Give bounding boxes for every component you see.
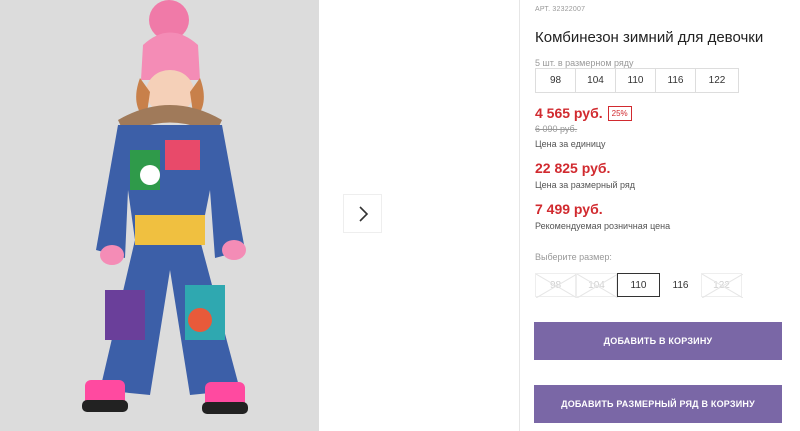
- unavailable-cross-icon: [702, 274, 743, 298]
- row-size-cell: 98: [536, 69, 576, 92]
- size-picker: 98 104 110 116 122: [535, 273, 743, 298]
- next-image-button[interactable]: [343, 194, 382, 233]
- unit-price: 4 565 руб.: [535, 105, 603, 121]
- row-price-label: Цена за размерный ряд: [535, 180, 636, 190]
- row-size-cell: 104: [576, 69, 616, 92]
- size-option-116[interactable]: 116: [660, 273, 701, 297]
- old-price: 6 090 руб.: [535, 124, 578, 134]
- size-row-table: 98 104 110 116 122: [535, 68, 739, 93]
- unavailable-cross-icon: [577, 274, 618, 298]
- size-option-label: 116: [672, 279, 689, 291]
- size-row-note: 5 шт. в размерном ряду: [535, 58, 634, 68]
- discount-badge: 25%: [607, 105, 632, 121]
- size-option-122[interactable]: 122: [701, 273, 743, 298]
- row-size-cell: 110: [616, 69, 656, 92]
- size-option-104[interactable]: 104: [576, 273, 618, 298]
- row-size-cell: 122: [708, 75, 726, 86]
- size-option-label: 110: [630, 279, 647, 291]
- unavailable-cross-icon: [536, 274, 577, 298]
- size-option-110[interactable]: 110: [617, 273, 660, 297]
- unit-price-block: 4 565 руб. 25%: [535, 105, 632, 121]
- row-price: 22 825 руб.: [535, 160, 611, 176]
- divider: [519, 0, 520, 431]
- retail-price: 7 499 руб.: [535, 201, 603, 217]
- size-option-98[interactable]: 98: [535, 273, 577, 298]
- product-title: Комбинезон зимний для девочки: [535, 29, 764, 46]
- article-number: АРТ. 32322007: [535, 6, 586, 13]
- add-to-cart-button[interactable]: ДОБАВИТЬ В КОРЗИНУ: [534, 322, 782, 360]
- add-row-to-cart-button[interactable]: ДОБАВИТЬ РАЗМЕРНЫЙ РЯД В КОРЗИНУ: [534, 385, 782, 423]
- unit-price-label: Цена за единицу: [535, 139, 606, 149]
- product-photo-illustration: [0, 0, 319, 431]
- size-select-label: Выберите размер:: [535, 252, 612, 262]
- chevron-right-icon: [358, 205, 368, 222]
- row-size-cell: 116: [656, 69, 696, 92]
- product-photo: [0, 0, 319, 431]
- retail-price-label: Рекомендуемая розничная цена: [535, 221, 671, 231]
